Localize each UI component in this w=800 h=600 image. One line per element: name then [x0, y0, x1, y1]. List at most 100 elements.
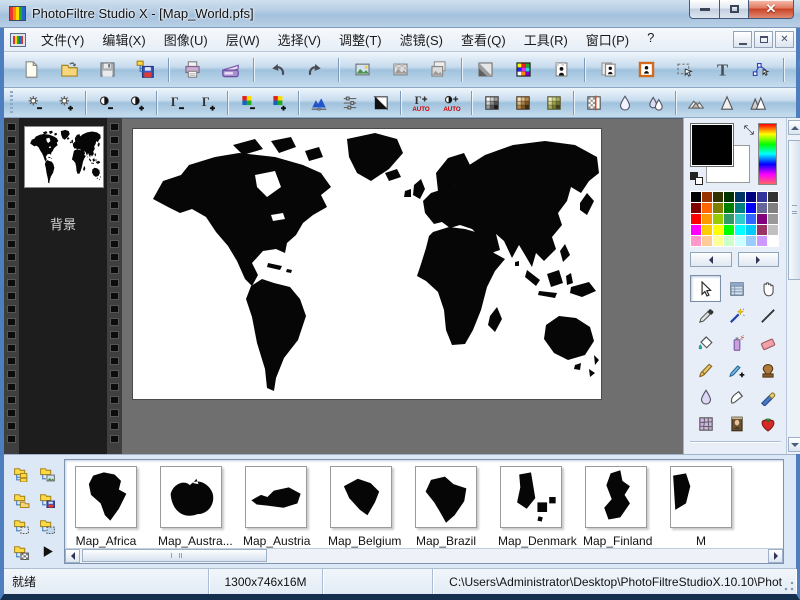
pipette-button[interactable] — [690, 302, 721, 329]
palette-color-4-0[interactable] — [691, 236, 701, 246]
undo-button[interactable] — [258, 56, 296, 84]
menu-item-selection[interactable]: 选择(V) — [269, 27, 330, 52]
layers-manager-button[interactable] — [721, 275, 752, 302]
palette-color-3-6[interactable] — [757, 225, 767, 235]
smudge-finger-button[interactable] — [721, 383, 752, 410]
palette-color-4-6[interactable] — [757, 236, 767, 246]
fill-tool-button[interactable] — [690, 329, 721, 356]
palette-color-1-6[interactable] — [757, 203, 767, 213]
deform-grid-button[interactable] — [690, 410, 721, 437]
palette-color-0-6[interactable] — [757, 192, 767, 202]
palette-color-0-2[interactable] — [713, 192, 723, 202]
path-vector-button[interactable] — [741, 56, 779, 84]
gamma-minus-button[interactable]: Γ — [161, 91, 192, 115]
blur-drop-button[interactable] — [609, 91, 640, 115]
thumbnail-map-africa[interactable]: Map_Africa — [73, 466, 139, 548]
scan-button[interactable] — [211, 56, 249, 84]
scrollbar-thumb[interactable] — [788, 140, 800, 280]
thumbnail-map-denmark[interactable]: Map_Denmark — [498, 466, 564, 548]
brightness-minus-button[interactable] — [19, 91, 50, 115]
selection-cursor-button[interactable] — [665, 56, 703, 84]
blur-more-button[interactable] — [640, 91, 671, 115]
retouch-brush-button[interactable] — [752, 383, 783, 410]
photomasque-strawberry-button[interactable] — [752, 410, 783, 437]
text-tool-button[interactable]: T — [703, 56, 741, 84]
menu-item-image[interactable]: 图像(U) — [155, 27, 217, 52]
document-icon[interactable] — [10, 33, 26, 47]
palette-color-4-1[interactable] — [702, 236, 712, 246]
exp-select-button[interactable] — [10, 513, 32, 538]
image-size-button[interactable] — [542, 56, 580, 84]
palette-color-2-1[interactable] — [702, 214, 712, 224]
palette-color-2-4[interactable] — [735, 214, 745, 224]
browser-scrollbar[interactable] — [65, 548, 783, 563]
contrast-plus-button[interactable] — [121, 91, 152, 115]
brush-tool-button[interactable] — [690, 356, 721, 383]
auto-contrast-button[interactable]: AUTO — [436, 91, 467, 115]
palette-color-0-5[interactable] — [746, 192, 756, 202]
palette-color-3-2[interactable] — [713, 225, 723, 235]
palette-prev-button[interactable] — [690, 252, 732, 267]
menu-item-filter[interactable]: 滤镜(S) — [391, 27, 452, 52]
rainbow-color-strip[interactable] — [758, 123, 777, 185]
oldphoto-blocks-button[interactable] — [538, 91, 569, 115]
palette-color-1-2[interactable] — [713, 203, 723, 213]
exp-selection-button[interactable] — [36, 513, 58, 538]
save-as-floppy-button[interactable] — [126, 56, 164, 84]
palette-color-0-4[interactable] — [735, 192, 745, 202]
grayscale-blocks-button[interactable] — [476, 91, 507, 115]
clone-stamp-button[interactable] — [752, 356, 783, 383]
palette-color-0-7[interactable] — [768, 192, 778, 202]
palette-next-button[interactable] — [738, 252, 780, 267]
thumbnail-map-partial[interactable]: M — [668, 466, 734, 548]
magic-wand-button[interactable] — [721, 302, 752, 329]
exp-open-button[interactable] — [10, 487, 32, 512]
sharpen-triangle-button[interactable] — [711, 91, 742, 115]
palette-color-1-5[interactable] — [746, 203, 756, 213]
palette-color-0-1[interactable] — [702, 192, 712, 202]
relief-mountains-button[interactable] — [680, 91, 711, 115]
save-floppy-button[interactable] — [88, 56, 126, 84]
palette-color-2-5[interactable] — [746, 214, 756, 224]
menu-item-tools[interactable]: 工具(R) — [515, 27, 577, 52]
foreground-color-swatch[interactable] — [690, 123, 734, 167]
image-canvas[interactable] — [133, 129, 601, 399]
exp-mask-button[interactable] — [10, 539, 32, 564]
minimize-button[interactable] — [689, 0, 719, 19]
explorer-tree-button[interactable] — [788, 56, 800, 84]
palette-color-3-0[interactable] — [691, 225, 701, 235]
image-duplicate-button[interactable] — [419, 56, 457, 84]
exp-image-button[interactable] — [36, 461, 58, 486]
default-colors-icon[interactable] — [690, 172, 703, 185]
print-button[interactable] — [173, 56, 211, 84]
palette-color-4-4[interactable] — [735, 236, 745, 246]
play-arrow-button[interactable] — [36, 539, 58, 564]
gamma-plus-button[interactable]: Γ — [192, 91, 223, 115]
menu-item-adjust[interactable]: 调整(T) — [330, 27, 391, 52]
palette-color-3-5[interactable] — [746, 225, 756, 235]
palette-color-1-0[interactable] — [691, 203, 701, 213]
color-palette-button[interactable] — [504, 56, 542, 84]
art-brush-button[interactable] — [721, 410, 752, 437]
close-button[interactable]: ✕ — [748, 0, 794, 19]
exp-tree-button[interactable] — [10, 461, 32, 486]
thumbnail-map-belgium[interactable]: Map_Belgium — [328, 466, 394, 548]
palette-color-4-5[interactable] — [746, 236, 756, 246]
toolbar-grip[interactable] — [9, 91, 16, 114]
contrast-minus-button[interactable] — [90, 91, 121, 115]
palette-color-2-6[interactable] — [757, 214, 767, 224]
scroll-left-button[interactable] — [65, 549, 80, 563]
scroll-up-button[interactable] — [788, 120, 800, 135]
menu-item-window[interactable]: 窗口(P) — [577, 27, 638, 52]
sepia-blocks-button[interactable] — [507, 91, 538, 115]
palette-color-0-3[interactable] — [724, 192, 734, 202]
palette-color-1-7[interactable] — [768, 203, 778, 213]
menu-item-edit[interactable]: 编辑(X) — [93, 27, 154, 52]
open-folder-button[interactable] — [50, 56, 88, 84]
levels-button[interactable] — [334, 91, 365, 115]
palette-color-3-7[interactable] — [768, 225, 778, 235]
brightness-plus-button[interactable] — [50, 91, 81, 115]
mdi-close-button[interactable]: ✕ — [775, 31, 794, 48]
advanced-brush-button[interactable] — [721, 356, 752, 383]
palette-color-1-4[interactable] — [735, 203, 745, 213]
